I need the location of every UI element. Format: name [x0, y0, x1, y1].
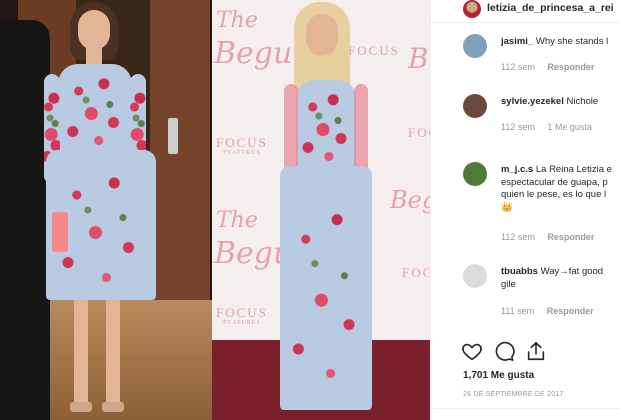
commenter-username[interactable]: tbuabbs — [501, 266, 538, 277]
crown-emoji: 👑 — [501, 201, 513, 213]
backdrop-title-1: The — [216, 8, 258, 33]
author-username[interactable]: letizia_de_princesa_a_rei — [487, 2, 614, 14]
wooden-door-right — [150, 0, 210, 300]
author-avatar[interactable] — [463, 0, 481, 18]
comment-time[interactable]: 112 sem — [501, 122, 535, 132]
focus-logo-5: FOCUS — [402, 265, 430, 280]
commenter-avatar[interactable] — [463, 94, 487, 118]
comment-text-line-2: espectacular de guapa, p — [501, 176, 608, 188]
comment-body: tbuabbs Way→fat good gile — [501, 266, 621, 291]
comment-time[interactable]: 112 sem — [501, 62, 535, 72]
post-header: letizia_de_princesa_a_rei — [431, 0, 621, 20]
commenter-avatar[interactable] — [463, 162, 487, 186]
comment-icon[interactable] — [493, 340, 515, 362]
comment-meta: 112 sem Responder — [501, 62, 604, 72]
commenter-avatar[interactable] — [463, 264, 487, 288]
focus-logo-1: FOCUS FEATURES — [216, 135, 268, 156]
backdrop-title-5: B — [408, 42, 429, 75]
likes-count[interactable]: 1,701 Me gusta — [463, 370, 534, 381]
focus-logo-4: FOCUS — [408, 125, 430, 140]
post-date: 26 DE SEPTIEMBRE DE 2017 — [463, 391, 564, 398]
comments-panel: letizia_de_princesa_a_rei jasimi_ Why sh… — [430, 0, 621, 420]
commenter-username[interactable]: m_j.c.s — [501, 164, 533, 175]
focus-logo-2: FOCUS FEATURES — [216, 305, 268, 326]
comment-likes[interactable]: 1 Me gusta — [547, 122, 592, 132]
man-in-suit — [0, 20, 50, 420]
backdrop-title-6: Beg — [390, 186, 430, 214]
comment-time[interactable]: 112 sem — [501, 232, 535, 242]
comment-meta: 112 sem 1 Me gusta — [501, 122, 602, 132]
comment-text: La Reina Letizia e — [535, 164, 612, 175]
heart-icon[interactable] — [461, 340, 483, 362]
comment-body: m_j.c.s La Reina Letizia e espectacular … — [501, 164, 621, 214]
comment-meta: 111 sem Responder — [501, 306, 604, 316]
commenter-avatar[interactable] — [463, 34, 487, 58]
comment-body: sylvie.yezekel Nichole — [501, 96, 621, 109]
post-photo[interactable]: The Beguiled The Beguiled B Beg FOCUS FE… — [0, 0, 430, 420]
commenter-username[interactable]: jasimi_ — [501, 36, 533, 47]
photo-right-panel: The Beguiled The Beguiled B Beg FOCUS FE… — [212, 0, 430, 420]
comment-text-line-2: gile — [501, 278, 516, 290]
action-bar — [461, 340, 601, 366]
backdrop-title-3: The — [216, 208, 258, 233]
comment-body: jasimi_ Why she stands l — [501, 36, 621, 49]
door-handle — [168, 118, 178, 154]
header-divider — [431, 22, 621, 23]
share-icon[interactable] — [525, 340, 547, 362]
commenter-username[interactable]: sylvie.yezekel — [501, 96, 564, 107]
reply-button[interactable]: Responder — [547, 232, 594, 242]
comment-text: Nichole — [566, 96, 599, 107]
reply-button[interactable]: Responder — [547, 306, 594, 316]
comment-time[interactable]: 111 sem — [501, 306, 534, 316]
comment-text: Way→fat good — [540, 266, 604, 277]
photo-left-panel — [0, 0, 212, 420]
comment-text: Why she stands l — [535, 36, 609, 47]
focus-logo-3: FOCUS — [348, 43, 400, 58]
comment-meta: 112 sem Responder — [501, 232, 604, 242]
comment-text-line-3: quien le pese, es lo que l — [501, 189, 607, 200]
reply-button[interactable]: Responder — [547, 62, 594, 72]
footer-divider — [431, 408, 621, 409]
